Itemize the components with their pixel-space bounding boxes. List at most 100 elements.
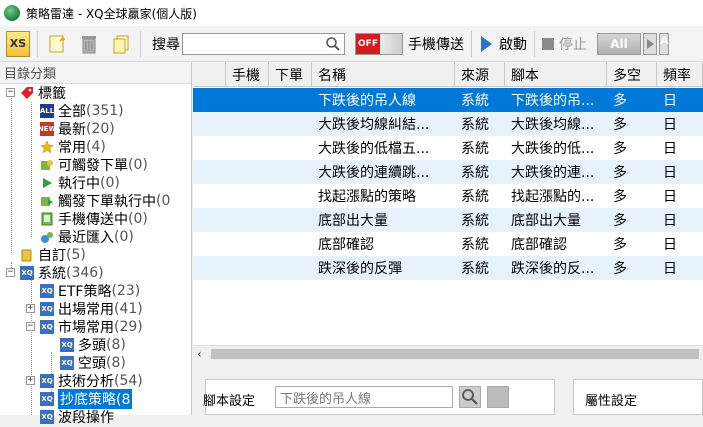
xq-icon: XQ [40,410,54,424]
cell-name: 大跌後的低檔五... [318,141,430,157]
tree-item-triggerable-order[interactable]: 可觸發下單 (0) [40,156,148,174]
cell-frequency: 日 [663,165,677,181]
tree-item-count: (29) [114,319,143,335]
script-search-button[interactable] [459,386,481,408]
column-header-frequency[interactable]: 頻率 [657,62,703,87]
table-row[interactable]: 底部確認 系統 底部確認 多 日 [193,232,703,256]
tree-item-all[interactable]: ALL 全部 (351) [40,102,124,120]
script-field[interactable]: 下跌後的吊人線 [275,386,453,408]
table-row[interactable]: 找起漲點的策略 系統 找起漲點的... 多 日 [193,184,703,208]
expand-icon[interactable]: + [26,376,35,385]
tree-item-running[interactable]: 執行中 (0) [40,174,120,192]
tree-item-count: (4) [86,139,106,155]
toolbar-separator [140,30,141,57]
tree-item-tags[interactable]: − 標籤 [6,84,66,102]
cell-script: 跌深後的反... [511,261,595,277]
column-header-check[interactable] [193,62,226,87]
collapse-icon[interactable]: − [26,322,35,331]
collapse-icon[interactable]: − [6,268,15,277]
tree-item-label: 可觸發下單 [58,158,128,174]
app-icon [4,5,20,21]
table-row[interactable]: 大跌後的低檔五... 系統 大跌後的低... 多 日 [193,136,703,160]
cell-source: 系統 [461,165,489,181]
xq-icon: XQ [40,320,54,334]
more-button[interactable]: A [659,32,669,55]
delete-button[interactable] [77,31,101,57]
tree-item-count: (54) [114,373,143,389]
tree-item-bottom-fishing[interactable]: XQ 抄底策略(8 [40,389,133,409]
column-header-source[interactable]: 來源 [455,62,505,87]
cell-frequency: 日 [663,213,677,229]
order-icon [40,158,54,172]
column-header-script[interactable]: 腳本 [505,62,607,87]
cell-name: 底部確認 [318,237,374,253]
search-icon[interactable] [325,36,341,56]
cell-direction: 多 [613,213,627,229]
column-header-direction[interactable]: 多空 [607,62,657,87]
tree-item-etf-strategy[interactable]: XQ ETF策略 (23) [40,282,140,300]
copy-button[interactable] [109,31,133,57]
horizontal-scrollbar[interactable]: ‹ [193,345,703,361]
search-input[interactable] [182,32,345,56]
new-strategy-button[interactable] [45,31,69,57]
column-header-order[interactable]: 下單 [269,62,312,87]
tree-line [31,102,32,237]
table-row[interactable]: 大跌後均線糾結... 系統 大跌後均線... 多 日 [193,112,703,136]
scroll-left-icon[interactable]: ‹ [197,347,202,361]
tree-item-exit-common[interactable]: + XQ 出場常用 (41) [26,300,143,318]
column-header-mobile[interactable]: 手機 [226,62,269,87]
tag-icon [20,86,34,100]
tree-item-swing-trade[interactable]: XQ 波段操作 [40,408,114,426]
tree-item-label: 標籤 [38,86,66,102]
stop-button[interactable]: 停止 [542,31,587,57]
tree-item-bear[interactable]: XQ 空頭 (8) [60,354,126,372]
toolbar-separator [471,30,472,57]
tree-item-custom[interactable]: 自訂 (5) [20,246,86,264]
cell-source: 系統 [461,237,489,253]
play-all-button[interactable] [643,32,657,55]
tree-item-count: (23) [111,283,141,299]
tree-item-market-common[interactable]: − XQ 市場常用 (29) [26,318,143,336]
grid-header: 手機 下單 名稱 來源 腳本 多空 頻率 [193,62,703,87]
cell-script: 底部出大量 [511,213,581,229]
expand-icon[interactable]: + [26,304,35,313]
tree-item-label: 波段操作 [58,410,114,426]
toolbar: XS 搜尋 OFF 手機傳送 啟動 停止 All A [0,26,703,62]
tree-item-count: (8) [106,355,126,371]
cell-source: 系統 [461,213,489,229]
table-row[interactable]: 底部出大量 系統 底部出大量 多 日 [193,208,703,232]
tree-item-label: 執行中 [58,176,100,192]
table-row[interactable]: 大跌後的連續跳... 系統 大跌後的連... 多 日 [193,160,703,184]
collapse-icon[interactable]: − [6,88,15,97]
tree-item-label: 全部 [58,104,86,120]
cell-direction: 多 [613,189,627,205]
table-row[interactable]: 下跌後的吊人線 系統 下跌後的吊... 多 日 [193,88,703,112]
xs-editor-button[interactable]: XS [6,30,30,57]
scrollbar-thumb[interactable] [211,349,699,359]
tree-item-label: 系統 [38,266,66,282]
table-row[interactable]: 跌深後的反彈 系統 跌深後的反... 多 日 [193,256,703,280]
mobile-send-toggle[interactable]: OFF [355,32,403,55]
tree-item-frequent[interactable]: 常用 (4) [40,138,106,156]
tree-item-count: (41) [114,301,143,317]
category-tree-pane: 目錄分類 − 標籤 ALL 全部 (351) NEW 最新 (20) 常用 (4) [0,62,192,426]
cell-frequency: 日 [663,141,677,157]
tree-item-count: (0) [128,211,148,227]
tree-item-trigger-order-running[interactable]: 觸發下單執行中 (0 [40,192,170,210]
script-edit-button[interactable] [487,386,509,408]
star-icon [40,140,54,154]
toolbar-separator [37,30,38,57]
all-button[interactable]: All [597,32,641,55]
tree-item-bull[interactable]: XQ 多頭 (8) [60,336,126,354]
tree-item-newest[interactable]: NEW 最新 (20) [38,120,115,138]
cell-source: 系統 [461,141,489,157]
cell-direction: 多 [613,141,627,157]
trash-icon [82,35,96,53]
start-button[interactable]: 啟動 [481,31,527,57]
tree-item-mobile-sending[interactable]: 手機傳送中 (0) [40,210,148,228]
tree-item-system[interactable]: − XQ 系統 (346) [6,264,104,282]
tree-item-recent-import[interactable]: 最近匯入 (0) [40,228,134,246]
tree-item-technical-analysis[interactable]: + XQ 技術分析 (54) [26,372,143,390]
column-header-name[interactable]: 名稱 [312,62,455,87]
tree-item-label: 抄底策略 [60,392,116,408]
